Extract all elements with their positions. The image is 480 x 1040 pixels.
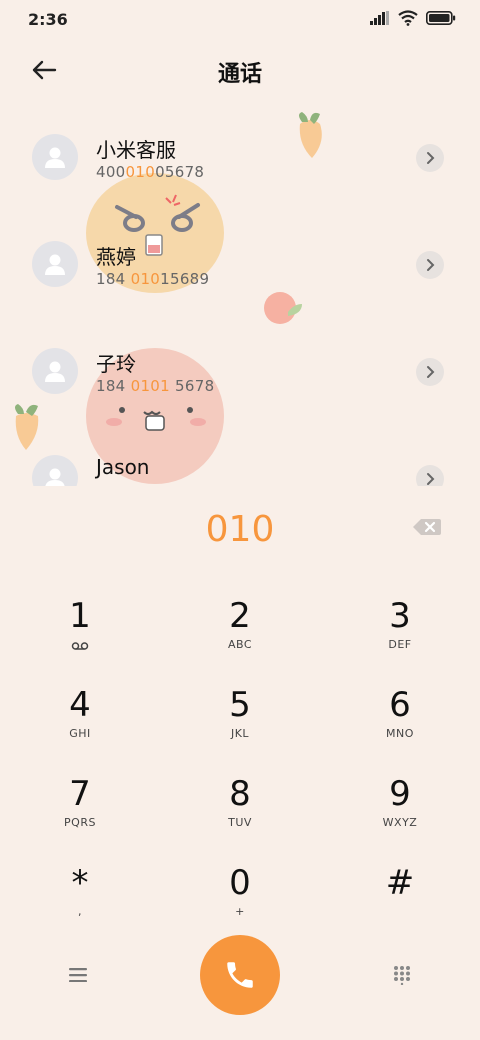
avatar — [32, 134, 78, 180]
contact-name: 子玲 — [96, 352, 136, 376]
battery-icon — [426, 11, 456, 25]
key-3[interactable]: 3 DEF — [330, 592, 470, 672]
chevron-right-icon — [427, 473, 435, 485]
contact-row[interactable]: Jason — [0, 431, 480, 486]
person-icon — [45, 147, 65, 168]
contact-row[interactable]: 子玲 184 0101 5678 — [0, 324, 480, 424]
chevron-right-icon — [427, 152, 435, 164]
header: 通话 — [0, 40, 480, 100]
key-5[interactable]: 5 JKL — [170, 681, 310, 761]
key-4[interactable]: 4 GHI — [10, 681, 150, 761]
contact-details-button[interactable] — [416, 465, 444, 486]
chevron-right-icon — [427, 259, 435, 271]
key-2[interactable]: 2 ABC — [170, 592, 310, 672]
key-0[interactable]: 0 + — [170, 859, 310, 939]
page-title: 通话 — [217, 62, 262, 87]
backspace-icon — [413, 519, 441, 535]
avatar — [32, 348, 78, 394]
person-icon — [45, 254, 65, 275]
contact-details-button[interactable] — [416, 358, 444, 386]
person-icon — [45, 468, 65, 486]
call-button[interactable] — [200, 935, 280, 1015]
contact-name: Jason — [96, 455, 150, 479]
key-8[interactable]: 8 TUV — [170, 770, 310, 850]
menu-button[interactable] — [60, 960, 96, 990]
key-1[interactable]: 1 — [10, 592, 150, 672]
phone-icon — [227, 962, 253, 988]
contact-details-button[interactable] — [416, 144, 444, 172]
menu-icon — [69, 968, 87, 982]
contact-name: 燕婷 — [96, 245, 136, 269]
contact-row[interactable]: 燕婷 184 01015689 — [0, 217, 480, 317]
signal-icon — [370, 11, 389, 25]
bottom-bar — [0, 930, 480, 1020]
status-time: 2:36 — [28, 10, 68, 29]
contact-details-button[interactable] — [416, 251, 444, 279]
key-star[interactable]: * , — [10, 859, 150, 939]
status-icons — [370, 10, 456, 26]
keypad-icon — [394, 966, 410, 985]
dial-input[interactable]: 010 — [0, 500, 480, 560]
key-7[interactable]: 7 PQRS — [10, 770, 150, 850]
key-9[interactable]: 9 WXYZ — [330, 770, 470, 850]
avatar — [32, 455, 78, 486]
wifi-icon — [398, 10, 418, 26]
key-hash[interactable]: # — [330, 859, 470, 939]
avatar — [32, 241, 78, 287]
voicemail-icon — [71, 642, 89, 650]
contact-list: 小米客服 40001005678 燕婷 184 01015689 子玲 184 … — [0, 110, 480, 486]
chevron-right-icon — [427, 366, 435, 378]
contact-number: 40001005678 — [96, 163, 205, 181]
contact-number: 184 0101 5678 — [96, 377, 215, 395]
status-bar: 2:36 — [0, 0, 480, 40]
keypad-toggle-button[interactable] — [384, 960, 420, 990]
backspace-button[interactable] — [412, 516, 442, 538]
contact-name: 小米客服 — [96, 138, 176, 162]
key-6[interactable]: 6 MNO — [330, 681, 470, 761]
person-icon — [45, 361, 65, 382]
contact-number: 184 01015689 — [96, 270, 210, 288]
contact-row[interactable]: 小米客服 40001005678 — [0, 110, 480, 210]
